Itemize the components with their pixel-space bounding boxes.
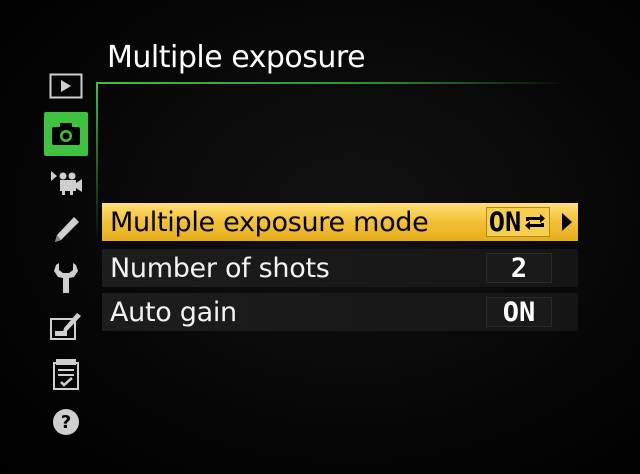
- menu-item-auto-gain[interactable]: Auto gain ON: [102, 293, 578, 331]
- menu-item-value: ON: [486, 297, 552, 328]
- menu-item-label: Multiple exposure mode: [110, 206, 429, 238]
- menu-item-label: Auto gain: [110, 296, 237, 328]
- menu-item-label: Number of shots: [110, 252, 330, 284]
- page-title: Multiple exposure: [107, 40, 366, 75]
- custom-settings-pencil-icon: [55, 217, 79, 242]
- menu-item-value-box[interactable]: ON: [486, 206, 550, 238]
- help-question-icon: ?: [53, 409, 79, 435]
- menu-item-value: 2: [486, 253, 552, 284]
- menu-item-number-of-shots[interactable]: Number of shots 2: [102, 249, 578, 287]
- tab-setup[interactable]: [44, 256, 88, 300]
- series-repeat-icon: [525, 214, 546, 230]
- svg-text:?: ?: [61, 412, 71, 433]
- tab-my-menu[interactable]: [44, 352, 88, 396]
- my-menu-icon: [53, 359, 79, 390]
- tab-movie-shooting[interactable]: [44, 160, 88, 204]
- photo-shooting-menu-icon: [52, 123, 80, 145]
- setup-menu-wrench-icon: [54, 263, 78, 293]
- tab-custom-settings[interactable]: [44, 208, 88, 252]
- playback-menu-icon: [49, 73, 83, 99]
- title-underline: [96, 82, 566, 84]
- tab-playback[interactable]: [44, 64, 88, 108]
- movie-shooting-menu-icon: [51, 171, 82, 195]
- title-frame-line: [96, 82, 98, 242]
- menu-tab-rail: ?: [44, 64, 90, 448]
- chevron-right-icon[interactable]: [560, 211, 574, 233]
- tab-retouch[interactable]: [44, 304, 88, 348]
- tab-photo-shooting[interactable]: [44, 112, 88, 156]
- retouch-menu-icon: [50, 313, 81, 340]
- camera-menu-screen: ? Multiple exposure Multiple exposure mo…: [0, 0, 640, 474]
- menu-item-value: ON: [488, 206, 522, 238]
- tab-help[interactable]: ?: [44, 400, 88, 444]
- menu-item-multiple-exposure-mode[interactable]: Multiple exposure mode ON: [102, 203, 578, 241]
